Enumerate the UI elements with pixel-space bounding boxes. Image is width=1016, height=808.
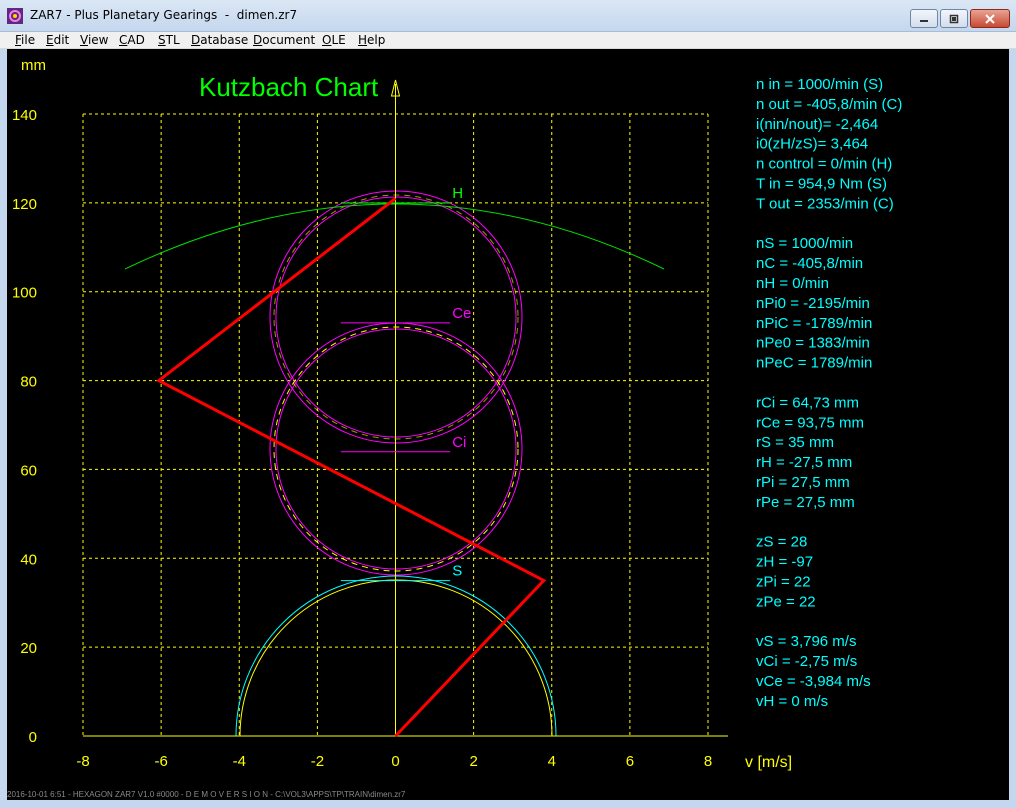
info-line: T out = 2353/min (C) — [756, 195, 894, 212]
info-line: n control = 0/min (H) — [756, 156, 892, 173]
info-line: zH = -97 — [756, 554, 813, 571]
title-bar[interactable]: ZAR7 - Plus Planetary Gearings - dimen.z… — [0, 0, 1016, 32]
x-tick-label: -2 — [311, 753, 324, 770]
info-line: vCe = -3,984 m/s — [756, 673, 871, 690]
info-line: n out = -405,8/min (C) — [756, 96, 902, 113]
info-panel: n in = 1000/min (S) n out = -405,8/min (C… — [756, 76, 902, 710]
x-tick-label: -4 — [233, 753, 246, 770]
info-line: vH = 0 m/s — [756, 693, 828, 710]
reference-label: Ce — [452, 305, 471, 322]
reference-label: S — [452, 563, 462, 580]
close-icon — [985, 13, 995, 24]
window-border-bottom — [0, 800, 1016, 808]
y-tick-label: 60 — [20, 462, 37, 479]
maximize-button[interactable] — [940, 9, 968, 28]
x-tick-label: -8 — [76, 753, 89, 770]
menu-document[interactable]: Document — [253, 33, 315, 47]
info-line: nPe0 = 1383/min — [756, 335, 870, 352]
menu-ole[interactable]: OLE — [322, 33, 346, 47]
menu-edit[interactable]: Edit — [46, 33, 69, 47]
velocity-polyline — [156, 197, 547, 738]
x-tick-label: -6 — [154, 753, 167, 770]
x-tick-label: 8 — [704, 753, 712, 770]
app-icon[interactable] — [7, 8, 23, 24]
info-line: nS = 1000/min — [756, 235, 853, 252]
chart-axes — [83, 79, 728, 737]
info-line: nPiC = -1789/min — [756, 315, 872, 332]
y-axis-label: mm — [21, 57, 46, 74]
info-line: nC = -405,8/min — [756, 255, 863, 272]
info-line: vS = 3,796 m/s — [756, 633, 856, 650]
x-tick-label: 6 — [626, 753, 634, 770]
x-axis-label: v [m/s] — [745, 754, 792, 771]
info-line: rH = -27,5 mm — [756, 454, 852, 471]
info-line: i0(zH/zS)= 3,464 — [756, 136, 868, 153]
gear-circles — [124, 190, 665, 737]
y-tick-label: 20 — [20, 640, 37, 657]
reference-label: H — [452, 185, 463, 202]
y-tick-label: 120 — [12, 196, 37, 213]
y-tick-label: 0 — [29, 729, 37, 746]
reference-label: Ci — [452, 434, 466, 451]
menu-stl[interactable]: STL — [158, 33, 180, 47]
menu-bar: File Edit View CAD STL Database Document… — [0, 32, 1016, 49]
menu-database[interactable]: Database — [191, 33, 248, 47]
info-line: rPe = 27,5 mm — [756, 494, 855, 511]
drawing-area[interactable]: H Ce Ci S -8 -6 -4 -2 0 2 4 6 8 0 20 40 60 80 100 120 140 K… — [7, 49, 1009, 800]
window-title: ZAR7 - Plus Planetary Gearings - dimen.z… — [30, 8, 298, 22]
info-line: nPeC = 1789/min — [756, 355, 872, 372]
ring-arc — [124, 203, 665, 270]
info-line: rCe = 93,75 mm — [756, 414, 864, 431]
close-button[interactable] — [970, 9, 1010, 28]
x-tick-label: 0 — [391, 753, 399, 770]
reference-marks: H Ce Ci S — [340, 185, 471, 582]
info-line: T in = 954,9 Nm (S) — [756, 176, 887, 193]
info-line: rCi = 64,73 mm — [756, 394, 859, 411]
info-line: rPi = 27,5 mm — [756, 474, 850, 491]
chart-title: Kutzbach Chart — [199, 72, 379, 102]
info-line: nH = 0/min — [756, 275, 829, 292]
y-tick-label: 40 — [20, 551, 37, 568]
info-line: rS = 35 mm — [756, 434, 834, 451]
x-tick-label: 4 — [548, 753, 556, 770]
y-tick-label: 100 — [12, 285, 37, 302]
maximize-icon — [949, 14, 959, 23]
info-line: vCi = -2,75 m/s — [756, 653, 857, 670]
kutzbach-chart[interactable]: HCeCiS -8 -6 -4 -2 0 2 4 6 8020406080100120140 K… — [7, 49, 1009, 800]
window-border-right — [1009, 49, 1016, 800]
minimize-icon — [920, 19, 928, 22]
minimize-button[interactable] — [910, 9, 938, 28]
y-tick-label: 80 — [20, 374, 37, 391]
info-line: zPe = 22 — [756, 593, 816, 610]
menu-cad[interactable]: CAD — [119, 33, 145, 47]
menu-help[interactable]: Help — [358, 33, 385, 47]
info-line: zPi = 22 — [756, 574, 811, 591]
info-line: zS = 28 — [756, 534, 807, 551]
info-line: n in = 1000/min (S) — [756, 76, 883, 93]
info-line: i(nin/nout)= -2,464 — [756, 116, 878, 133]
menu-file[interactable]: File — [15, 33, 35, 47]
y-tick-label: 140 — [12, 107, 37, 124]
info-line: nPi0 = -2195/min — [756, 295, 870, 312]
window-border-left — [0, 49, 7, 800]
menu-view[interactable]: View — [80, 33, 108, 47]
status-footer: 2016-10-01 6:51 - HEXAGON ZAR7 V1.0 #000… — [7, 790, 406, 799]
x-tick-label: 2 — [469, 753, 477, 770]
